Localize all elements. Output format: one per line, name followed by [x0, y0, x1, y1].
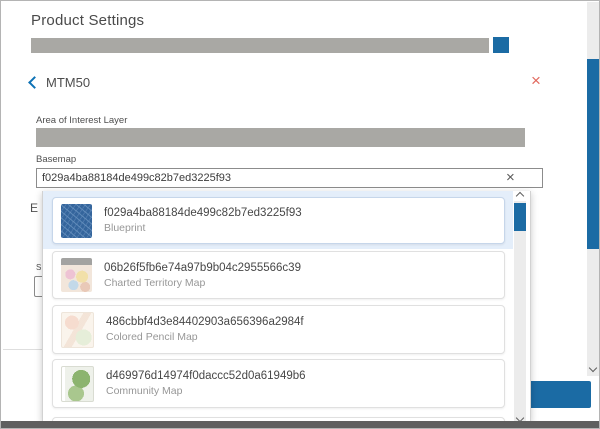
basemap-option-colored-pencil[interactable]: 486cbbf4d3e84402903a656396a2984f Colored… — [52, 305, 505, 354]
basemap-thumbnail — [61, 258, 92, 292]
basemap-option-id: f029a4ba88184de499c82b7ed3225f93 — [104, 207, 302, 219]
dropdown-scroll-up-icon[interactable] — [516, 192, 524, 200]
product-name-redacted-input[interactable] — [31, 38, 489, 53]
basemap-option-id: 06b26f5fb6e74a97b9b04c2955566c39 — [104, 262, 301, 274]
basemap-option-name: Colored Pencil Map — [106, 331, 304, 343]
dropdown-scrollbar-thumb[interactable] — [514, 203, 526, 231]
basemap-option-id: 486cbbf4d3e84402903a656396a2984f — [106, 316, 304, 328]
truncated-label-s: S — [36, 263, 41, 272]
basemap-dropdown: f029a4ba88184de499c82b7ed3225f93 Bluepri… — [42, 191, 531, 422]
clear-icon[interactable]: × — [506, 169, 515, 186]
back-button[interactable]: MTM50 — [30, 73, 90, 91]
basemap-option-community[interactable]: d469976d14974f0daccc52d0a61949b6 Communi… — [52, 359, 505, 408]
dialog-scrollbar-thumb[interactable] — [587, 59, 599, 249]
back-button-label: MTM50 — [46, 75, 90, 90]
basemap-label: Basemap — [36, 154, 76, 165]
footer-divider — [3, 349, 42, 350]
basemap-thumbnail — [61, 204, 92, 238]
scroll-down-icon[interactable] — [589, 364, 597, 372]
dialog-scrollbar[interactable] — [587, 2, 599, 376]
area-of-interest-label: Area of Interest Layer — [36, 115, 127, 126]
basemap-option-charted-territory[interactable]: 06b26f5fb6e74a97b9b04c2955566c39 Charted… — [52, 251, 505, 299]
dropdown-scrollbar[interactable] — [514, 201, 526, 421]
basemap-option-blueprint[interactable]: f029a4ba88184de499c82b7ed3225f93 Bluepri… — [52, 197, 505, 244]
product-settings-dialog: Product Settings MTM50 × Area of Interes… — [0, 0, 600, 429]
blue-chip-button[interactable] — [493, 37, 509, 53]
window-bottom-edge — [1, 421, 600, 429]
basemap-input[interactable] — [36, 168, 543, 188]
basemap-option-name: Blueprint — [104, 222, 302, 234]
page-title: Product Settings — [31, 12, 144, 29]
primary-action-button[interactable] — [525, 381, 591, 408]
basemap-thumbnail — [61, 366, 94, 402]
chevron-left-icon — [28, 76, 41, 89]
basemap-option-id: d469976d14974f0daccc52d0a61949b6 — [106, 370, 306, 382]
basemap-thumbnail — [61, 312, 94, 348]
basemap-option-name: Community Map — [106, 385, 306, 397]
area-of-interest-redacted-input[interactable] — [36, 128, 525, 147]
close-icon[interactable]: × — [531, 72, 541, 89]
truncated-label-e: E — [30, 201, 38, 215]
basemap-option-name: Charted Territory Map — [104, 277, 301, 289]
